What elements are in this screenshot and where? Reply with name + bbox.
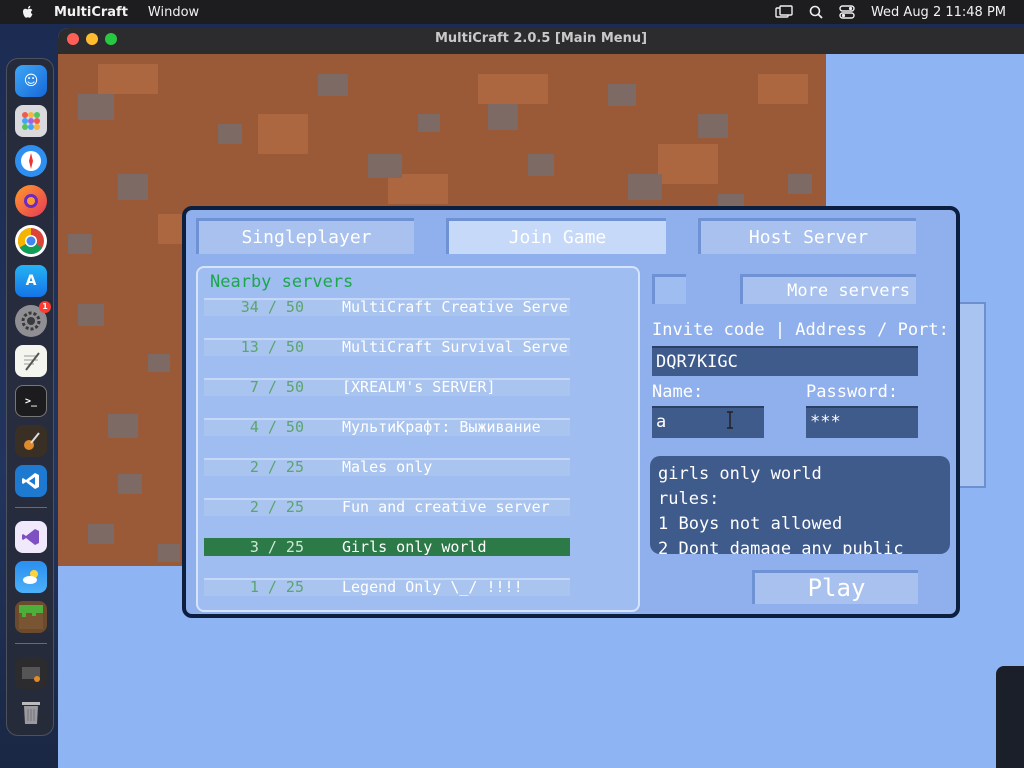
firefox-icon[interactable] bbox=[15, 185, 47, 217]
main-menu-dialog: Singleplayer Join Game Host Server Nearb… bbox=[182, 206, 960, 618]
close-window-button[interactable] bbox=[67, 33, 79, 45]
vscode-icon[interactable] bbox=[15, 465, 47, 497]
server-name: Legend Only \_/ !!!! bbox=[342, 578, 523, 596]
zoom-window-button[interactable] bbox=[105, 33, 117, 45]
screenshot-icon[interactable] bbox=[15, 657, 47, 689]
visual-studio-icon[interactable] bbox=[15, 521, 47, 553]
side-panel-edge bbox=[956, 302, 986, 488]
game-window: MultiCraft 2.0.5 [Main Menu] Singleplaye… bbox=[58, 28, 1024, 768]
background-window-edge bbox=[996, 666, 1024, 768]
screen-mirror-icon[interactable] bbox=[775, 5, 793, 19]
description-line: girls only world bbox=[658, 464, 822, 484]
minimize-window-button[interactable] bbox=[86, 33, 98, 45]
play-button[interactable]: Play bbox=[752, 570, 918, 604]
system-settings-icon[interactable]: 1 bbox=[15, 301, 51, 337]
apple-icon[interactable] bbox=[20, 4, 36, 20]
safari-icon[interactable] bbox=[15, 145, 47, 177]
server-player-count: 2 / 25 bbox=[249, 498, 304, 516]
server-name: [XREALM's SERVER] bbox=[342, 378, 496, 396]
server-row[interactable]: 2 / 25 Males only bbox=[204, 458, 570, 476]
address-label: Invite code | Address / Port: bbox=[652, 320, 949, 340]
window-titlebar[interactable]: MultiCraft 2.0.5 [Main Menu] bbox=[58, 28, 1024, 54]
server-player-count: 13 / 50 bbox=[240, 338, 304, 356]
garageband-icon[interactable] bbox=[15, 425, 47, 457]
server-name: Males only bbox=[342, 458, 433, 476]
server-name: MultiCraft Creative Serve bbox=[342, 298, 568, 316]
server-player-count: 4 / 50 bbox=[249, 418, 304, 436]
server-row[interactable]: 34 / 50 MultiCraft Creative Serve bbox=[204, 298, 570, 316]
server-list[interactable]: Nearby servers 34 / 50 MultiCraft Creati… bbox=[196, 266, 640, 612]
description-line: rules: bbox=[658, 489, 720, 509]
server-name: МультиКрафт: Выживание bbox=[342, 418, 541, 436]
description-line: 2 Dont damage any public bbox=[658, 539, 904, 554]
app-store-icon[interactable]: A bbox=[15, 265, 47, 297]
server-row[interactable]: 13 / 50 MultiCraft Survival Server bbox=[204, 338, 570, 356]
finder-icon[interactable]: ☺ bbox=[15, 65, 47, 97]
server-player-count: 2 / 25 bbox=[249, 458, 304, 476]
search-icon[interactable] bbox=[809, 5, 823, 19]
multicraft-icon[interactable] bbox=[15, 601, 47, 633]
text-cursor-icon bbox=[727, 411, 733, 429]
notification-badge: 1 bbox=[39, 301, 51, 313]
app-menu-name[interactable]: MultiCraft bbox=[54, 5, 128, 20]
name-input[interactable]: a bbox=[652, 406, 764, 438]
launchpad-icon[interactable] bbox=[15, 105, 47, 137]
password-input[interactable]: *** bbox=[806, 406, 918, 438]
password-label: Password: bbox=[806, 382, 899, 402]
server-name: Fun and creative server bbox=[342, 498, 550, 516]
description-line: 1 Boys not allowed bbox=[658, 514, 843, 534]
server-player-count: 34 / 50 bbox=[240, 298, 304, 316]
weather-icon[interactable] bbox=[15, 561, 47, 593]
server-list-heading: Nearby servers bbox=[210, 272, 354, 292]
tab-singleplayer[interactable]: Singleplayer bbox=[196, 218, 414, 254]
dock-separator bbox=[15, 643, 47, 644]
chrome-icon[interactable] bbox=[15, 225, 47, 257]
tab-join-game[interactable]: Join Game bbox=[446, 218, 666, 254]
server-description: girls only world rules: 1 Boys not allow… bbox=[650, 456, 950, 554]
server-row[interactable]: 7 / 50 [XREALM's SERVER] bbox=[204, 378, 570, 396]
server-row[interactable]: 4 / 50 МультиКрафт: Выживание bbox=[204, 418, 570, 436]
more-servers-button[interactable]: More servers bbox=[740, 274, 916, 304]
server-row[interactable]: 2 / 25 Fun and creative server bbox=[204, 498, 570, 516]
window-title: MultiCraft 2.0.5 [Main Menu] bbox=[434, 31, 648, 46]
dock: ☺ A 1 >_ bbox=[6, 58, 54, 736]
menu-bar: MultiCraft Window Wed Aug 2 11:48 PM bbox=[0, 0, 1024, 24]
control-center-icon[interactable] bbox=[839, 5, 855, 19]
favorite-toggle-button[interactable] bbox=[652, 274, 686, 304]
tab-host-server[interactable]: Host Server bbox=[698, 218, 916, 254]
server-player-count: 1 / 25 bbox=[249, 578, 304, 596]
address-input[interactable]: DQR7KIGC bbox=[652, 346, 918, 376]
server-row-selected[interactable]: 3 / 25 Girls only world bbox=[204, 538, 570, 556]
server-row[interactable]: 1 / 25 Legend Only \_/ !!!! bbox=[204, 578, 570, 596]
server-name: MultiCraft Survival Server bbox=[342, 338, 570, 356]
menu-bar-status: Wed Aug 2 11:48 PM bbox=[775, 0, 1006, 24]
dock-separator bbox=[15, 507, 47, 508]
server-player-count: 3 / 25 bbox=[249, 538, 304, 556]
server-player-count: 7 / 50 bbox=[249, 378, 304, 396]
menu-bar-clock[interactable]: Wed Aug 2 11:48 PM bbox=[871, 5, 1006, 20]
server-name: Girls only world bbox=[342, 538, 487, 556]
menu-window[interactable]: Window bbox=[148, 5, 199, 20]
textedit-icon[interactable] bbox=[15, 345, 47, 377]
trash-icon[interactable] bbox=[15, 697, 47, 729]
name-label: Name: bbox=[652, 382, 704, 402]
terminal-icon[interactable]: >_ bbox=[15, 385, 47, 417]
